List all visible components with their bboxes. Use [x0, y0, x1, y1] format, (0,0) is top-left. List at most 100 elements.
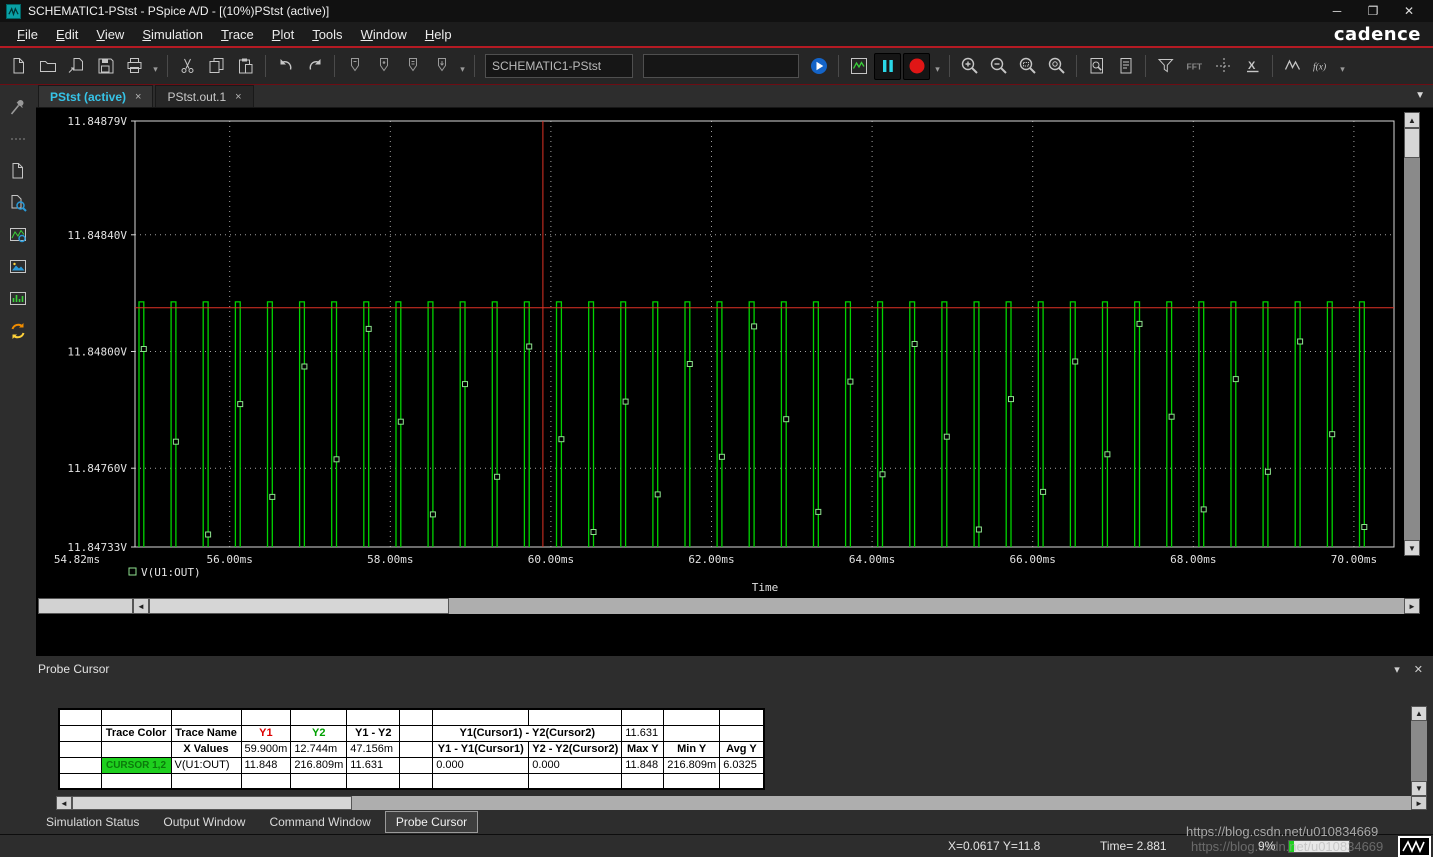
menu-edit[interactable]: Edit — [47, 24, 87, 45]
redo-button[interactable] — [301, 53, 328, 80]
menu-help[interactable]: Help — [416, 24, 461, 45]
hscroll-track[interactable] — [149, 598, 1404, 614]
probe-cell-empty — [528, 772, 623, 790]
scroll-right-icon[interactable]: ► — [1404, 598, 1420, 614]
redo-icon — [309, 59, 320, 70]
cut-button[interactable] — [174, 53, 201, 80]
dropdown-caret-icon[interactable]: ▾ — [932, 55, 943, 77]
toolbar-combo-field[interactable] — [643, 54, 799, 78]
probe-cursor-table: Trace Color Trace Name Y1 Y2 Y1 - Y2 Y1(Curso… — [58, 708, 765, 790]
search-doc-button[interactable] — [6, 191, 30, 215]
menu-trace[interactable]: Trace — [212, 24, 263, 45]
new-doc-button[interactable] — [6, 159, 30, 183]
plot-horizontal-scrollbar[interactable]: ◄ ► — [38, 598, 1420, 614]
tab-close-icon[interactable]: × — [235, 91, 241, 103]
probe-cell: 0.000 — [432, 756, 530, 774]
probe-vertical-scrollbar[interactable]: ▲ ▼ — [1411, 706, 1427, 796]
probe-cell-empty — [399, 772, 434, 790]
probe-cell-empty — [170, 708, 242, 726]
chart-view-button[interactable] — [6, 287, 30, 311]
dropdown-caret-icon[interactable]: ▾ — [457, 55, 468, 77]
import-design-button[interactable] — [63, 53, 90, 80]
menu-plot[interactable]: Plot — [263, 24, 303, 45]
save-simulation-button[interactable] — [845, 53, 872, 80]
plot-vertical-scrollbar[interactable]: ▲ ▼ — [1404, 112, 1420, 556]
paste-button[interactable] — [232, 53, 259, 80]
panel-close-icon[interactable]: ✕ — [1414, 663, 1423, 676]
menu-file[interactable]: File — [8, 24, 47, 45]
pin-button[interactable] — [6, 95, 30, 119]
checkpoint-new-button[interactable] — [341, 53, 368, 80]
pause-button[interactable] — [874, 52, 901, 80]
svg-text:56.00ms: 56.00ms — [207, 553, 253, 566]
zoom-out-button[interactable] — [985, 53, 1012, 80]
run-button[interactable] — [805, 53, 832, 80]
hscroll-thumb[interactable] — [149, 598, 449, 614]
filter-traces-button[interactable] — [1152, 53, 1179, 80]
simulation-profile-field[interactable] — [485, 54, 633, 78]
zoom-in-button[interactable] — [956, 53, 983, 80]
menu-tools[interactable]: Tools — [303, 24, 351, 45]
scroll-up-icon[interactable]: ▲ — [1411, 706, 1427, 721]
eval-goal-button[interactable]: f(x) — [1308, 53, 1335, 80]
menu-view[interactable]: View — [87, 24, 133, 45]
dropdown-caret-icon[interactable]: ▾ — [1337, 55, 1348, 77]
waveform-icon — [1401, 840, 1425, 853]
document-tab-pstst-out-1[interactable]: PStst.out.1 × — [155, 85, 254, 107]
panel-tab-simulation-status[interactable]: Simulation Status — [36, 812, 149, 832]
panel-tab-probe-cursor[interactable]: Probe Cursor — [384, 811, 479, 833]
tab-close-icon[interactable]: × — [135, 91, 141, 103]
menu-window[interactable]: Window — [352, 24, 416, 45]
plot-view-button[interactable] — [6, 223, 30, 247]
close-button[interactable]: ✕ — [1391, 0, 1427, 22]
waveform-plot[interactable]: 11.84879V11.84840V11.84800V11.84760V11.8… — [36, 108, 1433, 656]
image-view-button[interactable] — [6, 255, 30, 279]
scroll-down-icon[interactable]: ▼ — [1404, 540, 1420, 556]
svg-text:11.84840V: 11.84840V — [67, 229, 127, 242]
fft-button[interactable]: FFT — [1181, 53, 1208, 80]
tab-list-caret-icon[interactable]: ▼ — [1415, 90, 1425, 101]
copy-button[interactable] — [203, 53, 230, 80]
progress-percent: 9% — [1258, 839, 1276, 853]
probe-cell: Y2 — [290, 724, 348, 742]
vscroll-thumb[interactable] — [1404, 128, 1420, 158]
dots-icon — [11, 138, 25, 140]
panel-collapse-icon[interactable]: ▾ — [1394, 663, 1400, 676]
document-tab-pstst-active-[interactable]: PStst (active) × — [38, 85, 154, 107]
toggle-cursor-button[interactable] — [1210, 53, 1237, 80]
probe-cell: CURSOR 1,2 — [100, 756, 172, 774]
checkpoint-open-button[interactable] — [370, 53, 397, 80]
probe-cell-empty — [346, 708, 401, 726]
save-button[interactable] — [92, 53, 119, 80]
minimize-button[interactable]: ─ — [1319, 0, 1355, 22]
scroll-left-icon[interactable]: ◄ — [56, 796, 72, 810]
panel-tab-output-window[interactable]: Output Window — [153, 812, 255, 832]
scroll-down-icon[interactable]: ▼ — [1411, 781, 1427, 796]
x-axis-button[interactable]: X — [1239, 53, 1266, 80]
undo-button[interactable] — [272, 53, 299, 80]
print-preview-button[interactable] — [1083, 53, 1110, 80]
dropdown-caret-icon[interactable]: ▾ — [150, 55, 161, 77]
zoom-area-button[interactable] — [1014, 53, 1041, 80]
probe-horizontal-scrollbar[interactable]: ◄ ► — [56, 796, 1427, 810]
restore-button[interactable]: ❐ — [1355, 0, 1391, 22]
refresh-button[interactable] — [6, 319, 30, 343]
open-file-button[interactable] — [34, 53, 61, 80]
print-button[interactable] — [121, 53, 148, 80]
hscroll-thumb[interactable] — [72, 796, 352, 810]
stop-button[interactable] — [903, 52, 930, 80]
checkpoint-restore-button[interactable] — [428, 53, 455, 80]
new-file-button[interactable] — [5, 53, 32, 80]
scroll-up-icon[interactable]: ▲ — [1404, 112, 1420, 128]
add-trace-button[interactable] — [1279, 53, 1306, 80]
menu-simulation[interactable]: Simulation — [133, 24, 212, 45]
hscroll-track[interactable] — [72, 796, 1411, 810]
view-output-button[interactable] — [1112, 53, 1139, 80]
checkpoint-save-button[interactable] — [399, 53, 426, 80]
scroll-right-icon[interactable]: ► — [1411, 796, 1427, 810]
scroll-left-icon[interactable]: ◄ — [133, 598, 149, 614]
svg-text:Time: Time — [752, 581, 779, 594]
cadence-logo: cadence — [1333, 23, 1421, 45]
panel-tab-command-window[interactable]: Command Window — [259, 812, 380, 832]
zoom-fit-button[interactable] — [1043, 53, 1070, 80]
